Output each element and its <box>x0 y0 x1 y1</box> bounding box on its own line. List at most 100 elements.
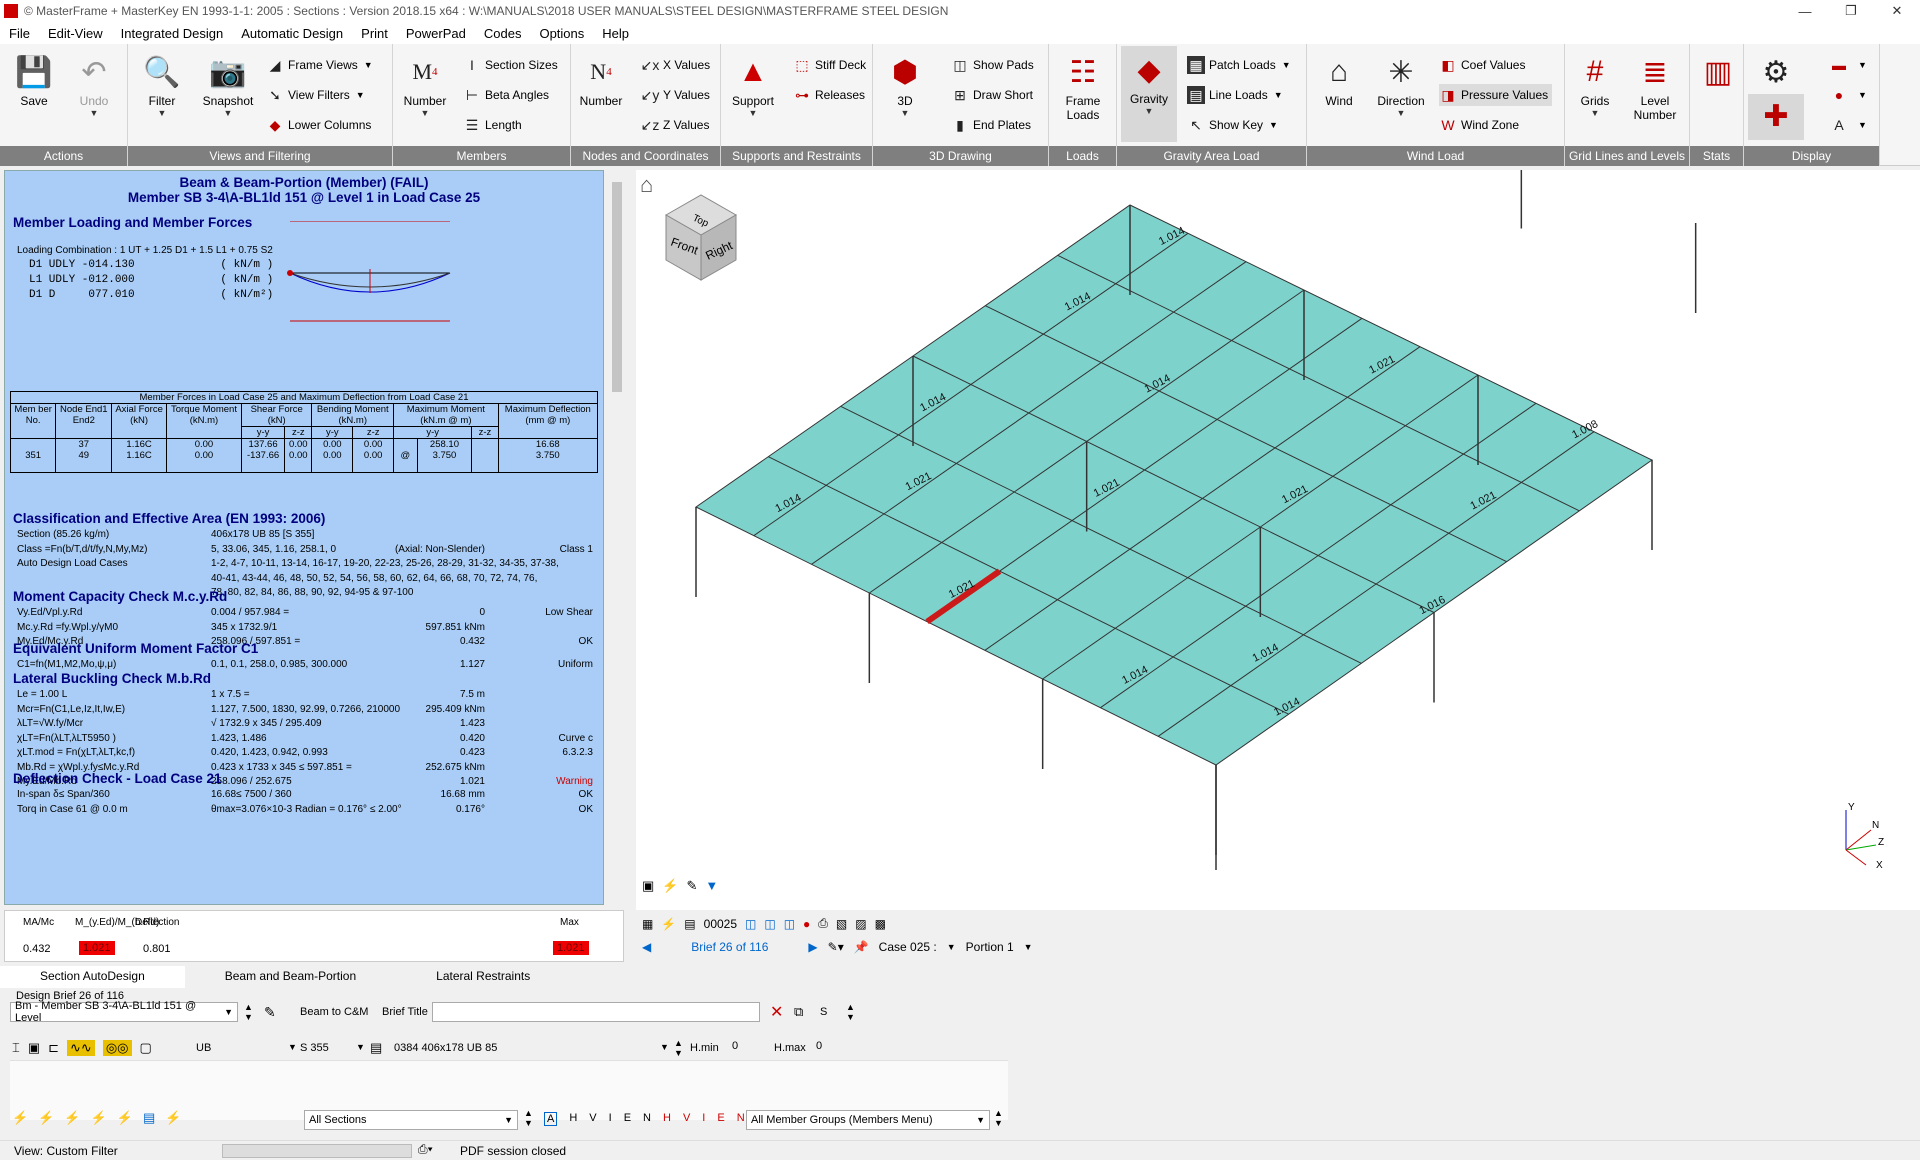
section-type-select[interactable]: UB <box>196 1042 211 1054</box>
chevron-down-icon[interactable]: ▼ <box>1024 942 1033 952</box>
spinner-icon[interactable]: ▲ ▼ <box>846 1002 855 1022</box>
lightning-icon[interactable]: ⚡ <box>91 1110 107 1126</box>
menu-edit-view[interactable]: Edit-View <box>39 26 112 41</box>
filter-letter-e-red[interactable]: E <box>717 1112 724 1126</box>
z-values-button[interactable]: ↙z Z Values <box>641 114 710 136</box>
spinner-icon[interactable]: ▲ ▼ <box>524 1108 533 1128</box>
brief-title-input[interactable] <box>432 1002 760 1022</box>
level-number-button[interactable]: ≣ Level Number <box>1627 48 1683 123</box>
patch-loads-button[interactable]: ▦ Patch Loads ▼ <box>1187 54 1291 76</box>
hmax-input[interactable]: 0 <box>816 1040 822 1052</box>
menu-automatic-design[interactable]: Automatic Design <box>232 26 352 41</box>
lower-columns-button[interactable]: ◆ Lower Columns <box>266 114 372 136</box>
spinner-icon[interactable]: ▲ ▼ <box>244 1002 253 1022</box>
3d-button[interactable]: ⬢ 3D ▼ <box>877 48 933 119</box>
filter-letter-v-red[interactable]: V <box>683 1112 690 1126</box>
filter-letter-v[interactable]: V <box>589 1112 596 1126</box>
view-tool-icon[interactable]: ✎ <box>686 878 697 894</box>
draw-short-button[interactable]: ⊞ Draw Short <box>951 84 1033 106</box>
filter-doc-icon[interactable]: ▤ <box>143 1110 155 1126</box>
filter-letter-i-red[interactable]: I <box>702 1112 705 1126</box>
filter-letter-i[interactable]: I <box>609 1112 612 1126</box>
box-section-icon[interactable]: ▣ <box>28 1040 40 1056</box>
code-field[interactable]: 00025 <box>704 917 737 931</box>
next-arrow-icon[interactable]: ▶ <box>808 940 817 954</box>
pin-icon[interactable]: 📌 <box>854 940 869 954</box>
tool-icon[interactable]: ▩ <box>875 917 886 931</box>
beta-angles-button[interactable]: ⊢ Beta Angles <box>463 84 549 106</box>
snapshot-button[interactable]: 📷 Snapshot ▼ <box>200 48 256 119</box>
spinner-icon[interactable]: ▲ ▼ <box>674 1038 683 1058</box>
member-groups-select[interactable]: All Member Groups (Members Menu) ▼ <box>746 1110 990 1130</box>
settings-button[interactable]: ⚙ <box>1748 48 1804 94</box>
copy-icon[interactable]: ⧉ <box>794 1004 803 1020</box>
menu-codes[interactable]: Codes <box>475 26 531 41</box>
filter-icon[interactable]: ▼ <box>705 878 718 894</box>
view-filters-button[interactable]: ➘ View Filters ▼ <box>266 84 365 106</box>
filter-letter-n[interactable]: N <box>643 1112 651 1126</box>
pressure-values-button[interactable]: ◨ Pressure Values <box>1439 84 1553 106</box>
tab-section-autodesign[interactable]: Section AutoDesign <box>0 966 185 988</box>
tool-icon[interactable]: ◫ <box>784 917 795 931</box>
undo-button[interactable]: ↶ Undo ▼ <box>66 48 122 119</box>
structure-model[interactable]: 1.0141.0141.0141.0141.0211.0211.0211.021… <box>636 170 1920 910</box>
lightning-icon[interactable]: ⚡ <box>117 1110 133 1126</box>
chevron-down-icon[interactable]: ▼ <box>947 942 956 952</box>
stiff-deck-button[interactable]: ⬚ Stiff Deck <box>793 54 866 76</box>
filter-letter-h-red[interactable]: H <box>663 1112 671 1126</box>
grade-select[interactable]: S 355 <box>300 1042 329 1054</box>
frame-views-button[interactable]: ◢ Frame Views ▼ <box>266 54 373 76</box>
channel-icon[interactable]: ⊏ <box>48 1040 59 1056</box>
support-button[interactable]: ▲ Support ▼ <box>725 48 781 118</box>
hmin-input[interactable]: 0 <box>732 1040 738 1052</box>
spinner-icon[interactable]: ▲ ▼ <box>994 1108 1003 1128</box>
menu-file[interactable]: File <box>0 26 39 41</box>
menu-print[interactable]: Print <box>352 26 397 41</box>
tab-lateral-restraints[interactable]: Lateral Restraints <box>396 966 570 988</box>
close-icon[interactable]: ✕ <box>770 1002 783 1022</box>
coef-values-button[interactable]: ◧ Coef Values <box>1439 54 1525 76</box>
lightning-icon[interactable]: ⚡ <box>165 1110 181 1126</box>
tool-icon[interactable]: ◫ <box>764 917 775 931</box>
tool-icon[interactable]: ◫ <box>745 917 756 931</box>
frame-loads-button[interactable]: ☷ Frame Loads <box>1055 48 1111 123</box>
node-display-button[interactable]: ✚ <box>1748 94 1804 140</box>
close-button[interactable]: ✕ <box>1874 0 1920 22</box>
lightning-icon[interactable]: ⚡ <box>38 1110 54 1126</box>
filter-letter-e[interactable]: E <box>624 1112 631 1126</box>
i-beam-icon[interactable]: ⌶ <box>12 1040 20 1056</box>
castellated-icon[interactable]: ∿∿ <box>67 1040 95 1056</box>
view-tool-icon[interactable]: ▣ <box>642 878 654 894</box>
edit-icon[interactable]: ✎ <box>264 1004 276 1021</box>
lightning-icon[interactable]: ⚡ <box>64 1110 80 1126</box>
line-display-button[interactable]: ▬ ▼ <box>1830 54 1867 76</box>
direction-button[interactable]: ✳ Direction ▼ <box>1373 48 1429 119</box>
prev-arrow-icon[interactable]: ◀ <box>642 940 651 954</box>
y-values-button[interactable]: ↙y Y Values <box>641 84 710 106</box>
filter-letter-h[interactable]: H <box>569 1112 577 1126</box>
tool-icon[interactable]: ⚡ <box>661 917 676 931</box>
maximize-button[interactable]: ❐ <box>1828 0 1874 22</box>
report-scrollbar[interactable] <box>608 170 626 905</box>
menu-help[interactable]: Help <box>593 26 638 41</box>
filter-letter-n-red[interactable]: N <box>737 1112 745 1126</box>
record-icon[interactable]: ● <box>803 917 810 931</box>
menu-options[interactable]: Options <box>530 26 593 41</box>
tool-icon[interactable]: ▤ <box>684 917 695 931</box>
lightning-icon[interactable]: ⚡ <box>12 1110 28 1126</box>
chevron-down-icon[interactable]: ▼ <box>288 1042 297 1052</box>
portion-select[interactable]: Portion 1 <box>966 940 1014 954</box>
tool-icon[interactable]: ▢ <box>140 1040 152 1056</box>
tab-beam-portion[interactable]: Beam and Beam-Portion <box>185 966 396 988</box>
wind-zone-button[interactable]: W Wind Zone <box>1439 114 1519 136</box>
3d-view[interactable]: ⌂ Top Front Right 1.014 1.014 1.014 1.014 1.… <box>636 170 1920 910</box>
member-select[interactable]: Bm - Member SB 3-4\A-BL1ld 151 @ Level ▼ <box>10 1000 238 1024</box>
line-loads-button[interactable]: ▤ Line Loads ▼ <box>1187 84 1283 106</box>
case-select[interactable]: Case 025 : <box>879 940 937 954</box>
font-display-button[interactable]: A ▼ <box>1830 114 1867 136</box>
length-button[interactable]: ☰ Length <box>463 114 522 136</box>
save-button[interactable]: 💾 Save <box>6 48 62 109</box>
section-sizes-button[interactable]: I Section Sizes <box>463 54 558 76</box>
chevron-down-icon[interactable]: ▼ <box>660 1042 669 1052</box>
x-values-button[interactable]: ↙x X Values <box>641 54 711 76</box>
